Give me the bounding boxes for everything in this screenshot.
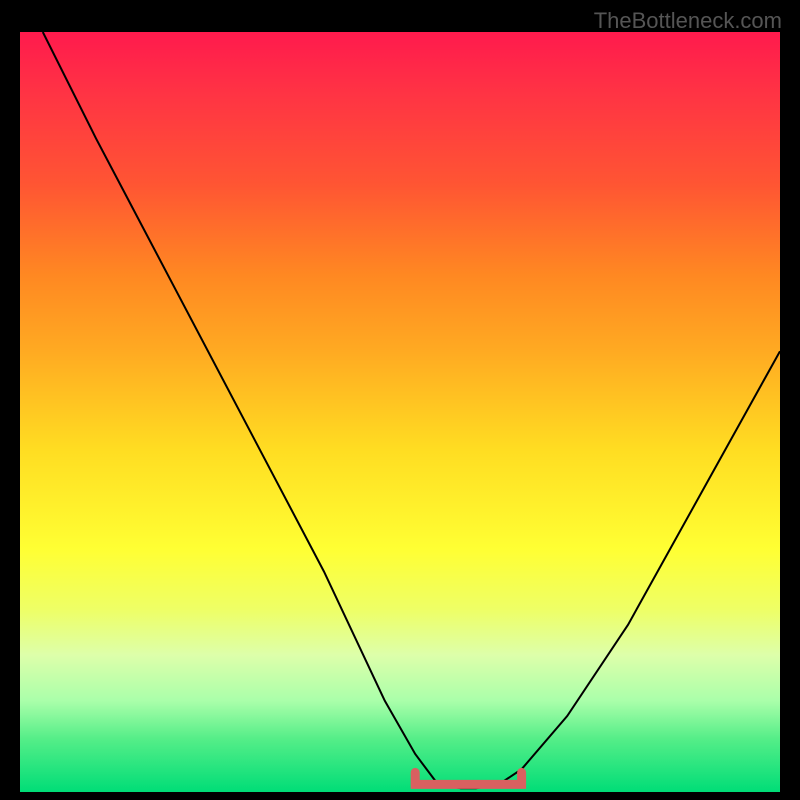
watermark-text: TheBottleneck.com <box>594 8 782 34</box>
chart-svg <box>20 32 780 792</box>
bottleneck-curve-line <box>43 32 780 788</box>
chart-plot-area <box>20 32 780 792</box>
